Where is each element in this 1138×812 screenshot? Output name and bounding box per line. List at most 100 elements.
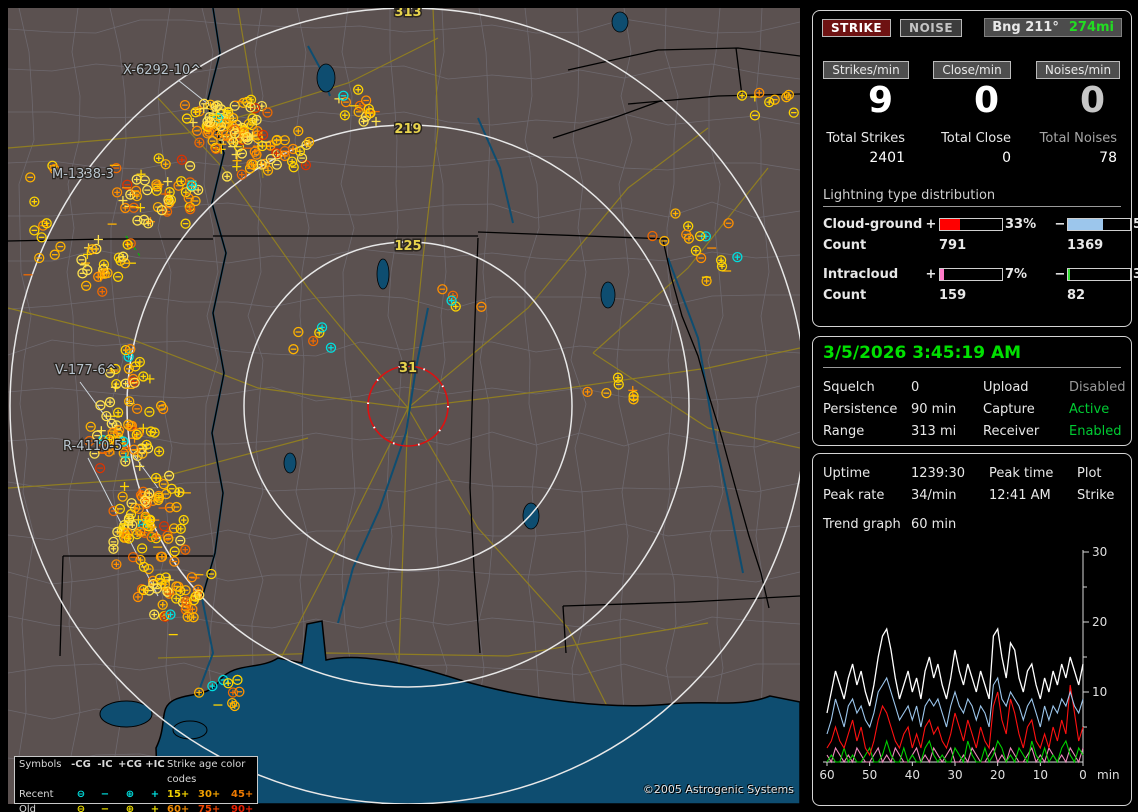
trend-graph-value: 60 min [911, 517, 957, 532]
cloud-ground-label: Cloud-ground [823, 217, 923, 232]
recent-ic-minus-icon: − [100, 789, 110, 800]
legend-old-row: Old ⊖ − ⊕ + 60+ 75+ 90+ [15, 802, 257, 812]
svg-text:40: 40 [905, 768, 920, 782]
plot-label: Plot [1077, 466, 1102, 481]
legend-header-row: Symbols -CG -IC +CG +IC Strike age color… [15, 757, 257, 787]
storm-cell-label: M-1338-3 [52, 167, 114, 182]
ic-minus-bar [1067, 268, 1131, 281]
age-code-15: 15+ [167, 789, 190, 800]
old-ic-minus-icon: − [100, 804, 110, 812]
cg-count-label: Count [823, 238, 867, 253]
peak-time-label: Peak time [989, 466, 1054, 481]
cg-minus-count: 1369 [1067, 238, 1104, 253]
svg-text:50: 50 [862, 768, 877, 782]
upload-label: Upload [983, 380, 1029, 395]
total-close-value: 0 [1002, 150, 1011, 166]
cg-plus-pct: 33% [1005, 217, 1037, 232]
legend-old-label: Old [19, 804, 36, 812]
map-legend: Symbols -CG -IC +CG +IC Strike age color… [14, 756, 258, 812]
persistence-label: Persistence [823, 402, 898, 417]
peak-time-value: 12:41 AM [989, 488, 1051, 503]
persistence-value: 90 min [911, 402, 957, 417]
minus-sign: − [1054, 267, 1066, 282]
ic-plus-bar [939, 268, 1003, 281]
age-code-30: 30+ [198, 789, 221, 800]
svg-text:0: 0 [1079, 768, 1087, 782]
recent-ic-plus-icon: + [150, 789, 160, 800]
total-noises-value: 78 [1099, 150, 1117, 166]
strike-mode-button[interactable]: STRIKE [822, 18, 892, 37]
trend-graph-label: Trend graph [823, 517, 901, 532]
legend-recent-row: Recent ⊖ − ⊕ + 15+ 30+ 45+ [15, 787, 257, 802]
peak-rate-label: Peak rate [823, 488, 885, 503]
uptime-value: 1239:30 [911, 466, 966, 481]
old-ic-plus-icon: + [150, 804, 160, 812]
legend-ic-plus-header: +IC [145, 759, 165, 770]
strikes-per-min-value: 9 [867, 80, 893, 121]
close-per-min-value: 0 [973, 80, 999, 121]
range-ring-label: 125 [394, 239, 421, 254]
svg-text:30: 30 [1092, 545, 1107, 559]
close-ring-label: 31 [399, 361, 417, 376]
range-value: 313 mi [911, 424, 957, 439]
plus-sign: + [925, 267, 937, 282]
map-canvas[interactable]: 313 219 125 31 X-6292-10^ M-1338-3 V-177-6^ R-4… [7, 4, 807, 805]
recent-cg-plus-icon: ⊕ [125, 789, 135, 800]
ic-plus-count: 159 [939, 288, 967, 303]
legend-recent-label: Recent [19, 789, 54, 800]
cg-minus-bar [1067, 218, 1131, 231]
svg-text:min: min [1097, 768, 1120, 782]
svg-text:20: 20 [1092, 615, 1107, 629]
ic-minus-count: 82 [1067, 288, 1086, 303]
old-cg-plus-icon: ⊕ [125, 804, 135, 812]
noise-mode-button[interactable]: NOISE [900, 18, 963, 37]
nexstorm-app-window: 313 219 125 31 X-6292-10^ M-1338-3 V-177-6^ R-4… [0, 0, 1138, 812]
close-per-min-chip: Close/min [933, 61, 1011, 79]
total-strikes-value: 2401 [869, 150, 905, 166]
bearing-distance: 274mi [1068, 20, 1114, 35]
legend-symbols-header: Symbols [19, 759, 62, 770]
old-cg-minus-icon: ⊖ [76, 804, 86, 812]
svg-text:10: 10 [1033, 768, 1048, 782]
storm-cell-label: R-4110-5 [63, 439, 122, 454]
trend-graph-chart: 10 20 30 60 50 40 30 20 10 0 min [813, 534, 1129, 790]
age-code-90: 90+ [231, 804, 254, 812]
lightning-map[interactable]: 313 219 125 31 X-6292-10^ M-1338-3 V-177-6^ R-4… [7, 4, 807, 812]
svg-text:20: 20 [990, 768, 1005, 782]
cg-plus-count: 791 [939, 238, 967, 253]
receiver-status: Enabled [1069, 424, 1122, 439]
total-noises-label: Total Noises [1039, 131, 1117, 146]
storm-cell-label: V-177-6^ [55, 363, 117, 378]
bearing-value: Bng 211° [992, 20, 1059, 35]
capture-status: Active [1069, 402, 1110, 417]
cg-plus-bar [939, 218, 1003, 231]
recent-cg-minus-icon: ⊖ [76, 789, 86, 800]
peak-rate-value: 34/min [911, 488, 957, 503]
range-ring-label: 313 [394, 8, 421, 20]
plus-sign: + [925, 217, 937, 232]
uptime-label: Uptime [823, 466, 871, 481]
copyright-text: ©2005 Astrogenic Systems [642, 783, 794, 796]
status-panel: 3/5/2026 3:45:19 AM Squelch 0 Upload Dis… [812, 336, 1132, 446]
range-label: Range [823, 424, 865, 439]
legend-cg-minus-header: -CG [71, 759, 91, 770]
noises-per-min-value: 0 [1079, 80, 1105, 121]
intracloud-label: Intracloud [823, 267, 899, 282]
svg-text:30: 30 [947, 768, 962, 782]
legend-cg-plus-header: +CG [118, 759, 142, 770]
range-ring-label: 219 [394, 122, 421, 137]
distribution-title: Lightning type distribution [823, 188, 1121, 207]
storm-cell-label: X-6292-10^ [123, 63, 201, 78]
strikes-per-min-chip: Strikes/min [823, 61, 909, 79]
total-strikes-label: Total Strikes [826, 131, 905, 146]
total-close-label: Total Close [941, 131, 1011, 146]
squelch-label: Squelch [823, 380, 875, 395]
svg-text:60: 60 [819, 768, 834, 782]
capture-label: Capture [983, 402, 1035, 417]
minus-sign: − [1054, 217, 1066, 232]
upload-status: Disabled [1069, 380, 1126, 395]
plot-value: Strike [1077, 488, 1115, 503]
age-code-75: 75+ [198, 804, 221, 812]
ic-plus-pct: 7% [1005, 267, 1028, 282]
svg-text:10: 10 [1092, 685, 1107, 699]
